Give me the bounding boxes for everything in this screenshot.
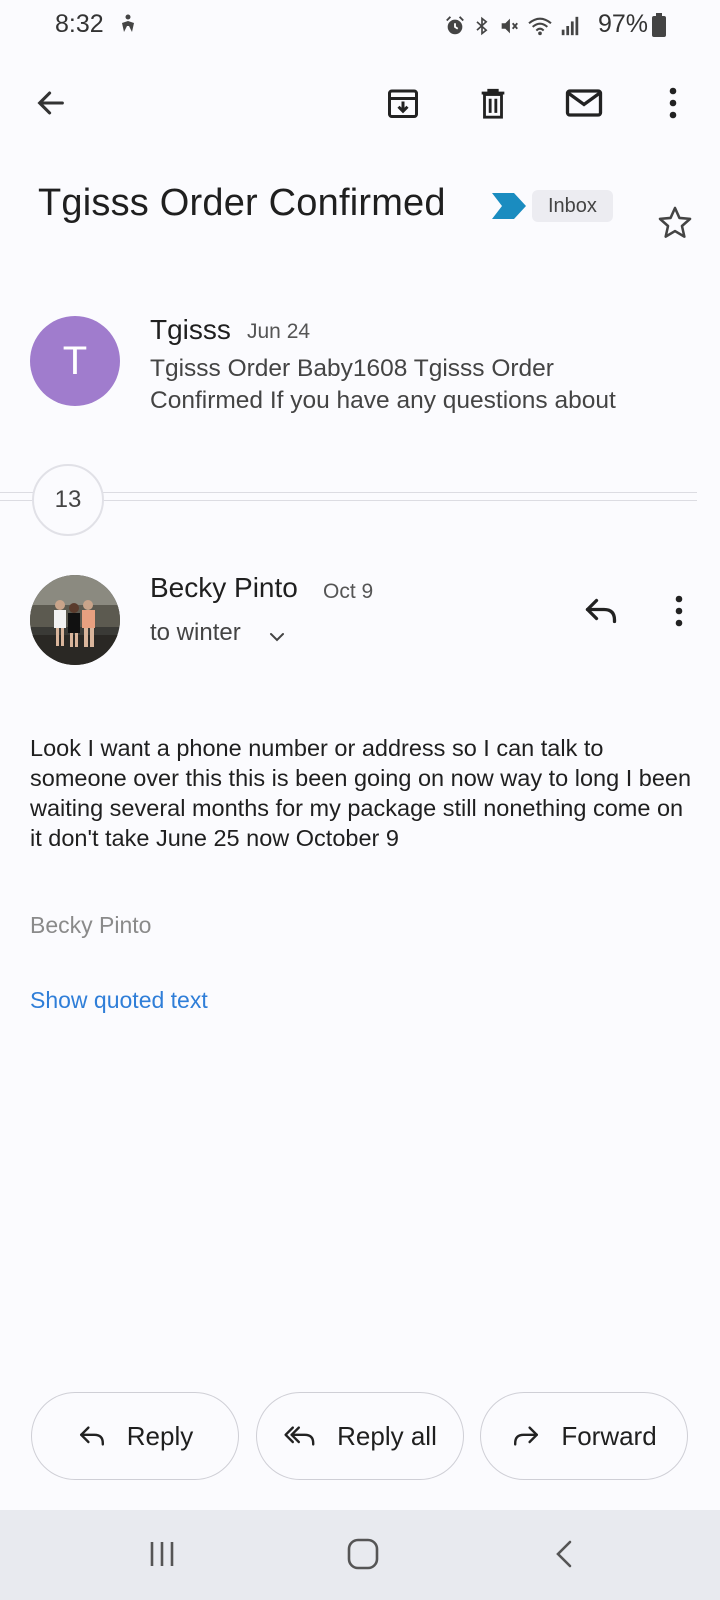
- home-button[interactable]: [345, 1536, 381, 1572]
- recipient-line[interactable]: to winter: [150, 619, 241, 647]
- accessibility-icon: [116, 12, 140, 36]
- collapsed-divider: [0, 500, 697, 501]
- archive-button[interactable]: [378, 78, 428, 128]
- battery-icon: [652, 13, 666, 37]
- message-date: Jun 24: [247, 320, 311, 343]
- message-more-button[interactable]: [656, 588, 702, 634]
- back-button[interactable]: [26, 78, 76, 128]
- recents-button[interactable]: [146, 1538, 178, 1570]
- home-icon: [347, 1538, 379, 1570]
- sender-name: Becky Pinto: [150, 572, 298, 603]
- trash-icon: [481, 88, 505, 119]
- reply-all-button[interactable]: Reply all: [256, 1392, 464, 1480]
- status-time: 8:32: [55, 10, 104, 38]
- archive-icon: [388, 89, 418, 118]
- reply-icon-button[interactable]: [578, 588, 624, 634]
- chevron-down-icon[interactable]: [265, 625, 289, 649]
- arrow-back-icon: [37, 91, 64, 115]
- signal-icon: [561, 16, 579, 36]
- vibrate-mute-icon: [501, 18, 518, 34]
- status-icons: [444, 12, 580, 40]
- more-vert-icon: [669, 87, 677, 119]
- more-options-button[interactable]: [648, 78, 698, 128]
- collapsed-messages-count[interactable]: 13: [32, 464, 104, 536]
- reply-icon: [585, 598, 617, 624]
- star-icon: [658, 206, 692, 238]
- wifi-icon: [528, 17, 552, 36]
- thread-subject: Tgisss Order Confirmed: [38, 182, 446, 224]
- collapsed-divider: [0, 492, 697, 493]
- message-date: Oct 9: [323, 580, 374, 603]
- message-signature: Becky Pinto: [30, 912, 152, 938]
- delete-button[interactable]: [468, 78, 518, 128]
- chevron-left-icon: [556, 1540, 572, 1568]
- forward-label: Forward: [561, 1420, 657, 1451]
- mark-unread-button[interactable]: [559, 78, 609, 128]
- alarm-icon: [446, 16, 464, 35]
- nav-back-button[interactable]: [548, 1536, 584, 1572]
- sender-name: Tgisss: [150, 314, 231, 345]
- battery-percent: 97%: [598, 10, 649, 38]
- bluetooth-icon: [476, 16, 488, 36]
- reply-all-label: Reply all: [337, 1420, 437, 1451]
- recents-icon: [150, 1542, 174, 1566]
- important-marker-icon[interactable]: [492, 193, 526, 219]
- forward-icon: [514, 1426, 539, 1446]
- forward-button[interactable]: Forward: [480, 1392, 688, 1480]
- message-snippet[interactable]: Tgisss Order Baby1608 Tgisss Order Confi…: [150, 353, 670, 417]
- more-vert-icon: [675, 595, 683, 627]
- show-quoted-text-link[interactable]: Show quoted text: [30, 987, 208, 1014]
- reply-all-icon: [284, 1426, 315, 1446]
- message-body: Look I want a phone number or address so…: [30, 735, 692, 851]
- sender-avatar[interactable]: T: [30, 316, 120, 406]
- label-badge[interactable]: Inbox: [532, 190, 613, 222]
- reply-button[interactable]: Reply: [31, 1392, 239, 1480]
- mail-icon: [565, 89, 603, 117]
- reply-icon: [79, 1426, 104, 1446]
- sender-avatar-photo[interactable]: [30, 575, 120, 665]
- star-button[interactable]: [650, 198, 700, 248]
- reply-label: Reply: [126, 1420, 194, 1451]
